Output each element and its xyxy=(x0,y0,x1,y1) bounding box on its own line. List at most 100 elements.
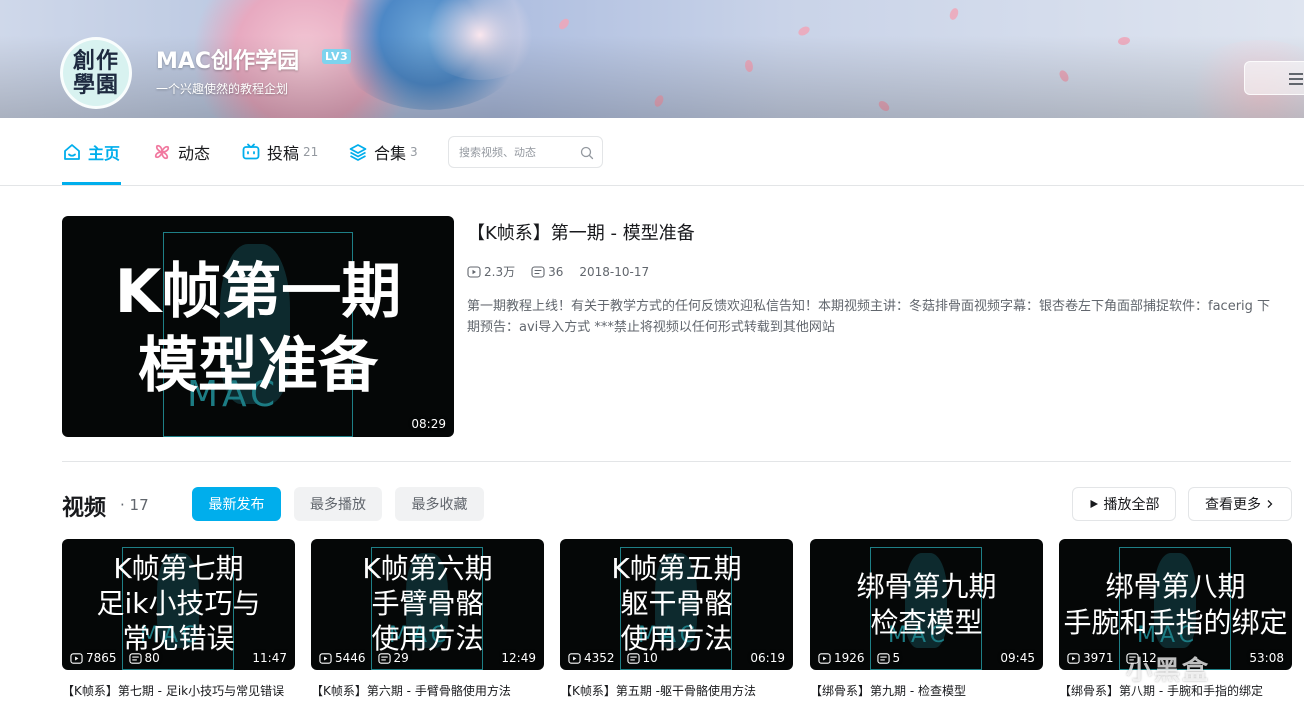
video-views: 5446 xyxy=(335,651,366,665)
play-count-icon xyxy=(1067,652,1080,664)
danmaku-icon xyxy=(626,652,640,664)
video-cover-text: 足ik小技巧与 xyxy=(96,587,261,620)
tab-collections[interactable]: 合集 3 xyxy=(348,118,418,186)
search-input[interactable] xyxy=(459,145,581,159)
video-danmaku: 10 xyxy=(642,651,658,665)
play-all-label: 播放全部 xyxy=(1103,497,1160,513)
user-signature: 一个兴趣使然的教程企划 xyxy=(156,82,289,96)
video-duration: 12:49 xyxy=(501,651,536,665)
danmaku-icon xyxy=(377,652,391,664)
level-badge: LV3 xyxy=(322,49,352,64)
video-stats: 1926 5 09:45 xyxy=(818,651,1035,665)
video-danmaku: 29 xyxy=(393,651,409,665)
video-danmaku: 80 xyxy=(144,651,160,665)
tab-dynamic[interactable]: 动态 xyxy=(152,118,210,186)
tab-collections-count: 3 xyxy=(410,145,418,159)
featured-video-cover[interactable]: MAC K帧第一期 模型准备 08:29 xyxy=(62,216,454,437)
active-tab-indicator xyxy=(62,182,121,185)
play-all-button[interactable]: 播放全部 xyxy=(1072,487,1176,521)
video-stats: 5446 29 12:49 xyxy=(319,651,536,665)
video-cover-text: 绑骨第八期 xyxy=(1105,570,1246,603)
view-more-button[interactable]: 查看更多 xyxy=(1188,487,1292,521)
tab-collections-label: 合集 xyxy=(374,144,407,163)
featured-date: 2018-10-17 xyxy=(579,264,650,279)
profile-banner: 創作 學園 MAC创作学园 LV3 一个兴趣使然的教程企划 xyxy=(0,0,1304,118)
chevron-right-icon xyxy=(1267,500,1273,508)
danmaku-icon xyxy=(128,652,142,664)
tab-home-label: 主页 xyxy=(88,144,121,163)
featured-cover-line1: K帧第一期 xyxy=(114,257,402,327)
play-count-icon xyxy=(319,652,332,664)
tab-uploads[interactable]: 投稿 21 xyxy=(241,118,318,186)
video-danmaku: 5 xyxy=(892,651,901,665)
sort-most-played-button[interactable]: 最多播放 xyxy=(294,487,382,521)
video-title[interactable]: 【绑骨系】第九期 - 检查模型 xyxy=(810,681,1043,701)
play-count-icon xyxy=(467,265,481,278)
video-cover-text: K帧第五期 xyxy=(611,552,742,585)
video-stats: 7865 80 11:47 xyxy=(70,651,287,665)
search-box xyxy=(448,136,603,168)
username[interactable]: MAC创作学园 xyxy=(156,43,299,75)
tab-uploads-label: 投稿 xyxy=(267,144,300,163)
featured-views: 2.3万 xyxy=(484,265,516,279)
video-cover-text: 检查模型 xyxy=(870,606,983,639)
profile-nav: 主页 动态 投稿 21 合集 3 xyxy=(0,118,1304,186)
pinwheel-icon xyxy=(152,142,172,162)
featured-video-title[interactable]: 【K帧系】第一期 - 模型准备 xyxy=(467,219,695,245)
watermark-logo: 小黑盒 xyxy=(1126,656,1211,686)
video-cover-text: 手臂骨骼 xyxy=(371,587,484,620)
videos-heading: 视频 xyxy=(62,496,107,521)
tab-home[interactable]: 主页 xyxy=(62,118,120,186)
video-card[interactable]: MAC 绑骨第九期 检查模型 1926 5 09:45 【绑骨系】第九期 - 检查模型 xyxy=(810,539,1043,701)
view-more-label: 查看更多 xyxy=(1205,497,1261,513)
video-cover-text: K帧第六期 xyxy=(362,552,493,585)
video-title[interactable]: 【K帧系】第五期 -躯干骨骼使用方法 xyxy=(560,681,793,701)
video-duration: 09:45 xyxy=(1000,651,1035,665)
video-views: 1926 xyxy=(834,651,865,665)
video-views: 3971 xyxy=(1083,651,1114,665)
danmaku-icon xyxy=(876,652,890,664)
menu-button[interactable] xyxy=(1244,61,1304,95)
video-title[interactable]: 【K帧系】第六期 - 手臂骨骼使用方法 xyxy=(311,681,544,701)
play-icon xyxy=(1090,500,1098,508)
avatar[interactable]: 創作 學園 xyxy=(60,37,132,109)
featured-danmaku: 36 xyxy=(548,264,564,279)
section-divider xyxy=(62,461,1291,462)
danmaku-icon xyxy=(531,265,545,278)
tab-uploads-count: 21 xyxy=(303,145,319,159)
video-cover-text: 躯干骨骼 xyxy=(620,587,733,620)
menu-icon xyxy=(1289,73,1303,85)
play-count-icon xyxy=(818,652,831,664)
featured-description: 第一期教程上线！有关于教学方式的任何反馈欢迎私信告知！本期视频主讲：冬菇排骨面视… xyxy=(467,299,1271,335)
sort-latest-button[interactable]: 最新发布 xyxy=(192,487,281,521)
video-duration: 11:47 xyxy=(252,651,287,665)
sort-most-favorited-button[interactable]: 最多收藏 xyxy=(395,487,484,521)
video-cover[interactable]: MAC K帧第七期 足ik小技巧与 常见错误 7865 80 11:47 xyxy=(62,539,295,670)
videos-count-value: 17 xyxy=(129,496,149,514)
video-duration: 53:08 xyxy=(1249,651,1284,665)
play-count-icon xyxy=(568,652,581,664)
search-icon[interactable] xyxy=(580,145,594,160)
featured-cover-line2: 模型准备 xyxy=(138,331,378,401)
home-icon xyxy=(62,142,82,162)
video-cover[interactable]: MAC K帧第五期 躯干骨骼 使用方法 4352 10 06:19 xyxy=(560,539,793,670)
video-cover-text: 手腕和手指的绑定 xyxy=(1063,606,1288,639)
video-views: 7865 xyxy=(86,651,117,665)
layers-icon xyxy=(348,142,368,162)
play-count-icon xyxy=(70,652,83,664)
video-card[interactable]: MAC K帧第六期 手臂骨骼 使用方法 5446 29 12:49 【K帧系】第六期 - 手臂… xyxy=(311,539,544,701)
video-duration: 06:19 xyxy=(750,651,785,665)
video-card[interactable]: MAC K帧第七期 足ik小技巧与 常见错误 7865 80 11:47 【K帧系】第七期 -… xyxy=(62,539,295,701)
video-title[interactable]: 【K帧系】第七期 - 足ik小技巧与常见错误 xyxy=(62,681,295,701)
video-card[interactable]: MAC K帧第五期 躯干骨骼 使用方法 4352 10 06:19 【K帧系】第五期 -躯干骨… xyxy=(560,539,793,701)
videos-count: · 17 xyxy=(120,496,149,514)
avatar-logo: 創作 學園 xyxy=(72,48,119,98)
video-stats: 4352 10 06:19 xyxy=(568,651,785,665)
video-cover[interactable]: MAC 绑骨第九期 检查模型 1926 5 09:45 xyxy=(810,539,1043,670)
video-views: 4352 xyxy=(584,651,615,665)
featured-duration: 08:29 xyxy=(411,417,446,431)
video-cover[interactable]: MAC K帧第六期 手臂骨骼 使用方法 5446 29 12:49 xyxy=(311,539,544,670)
featured-video-meta: 2.3万 36 2018-10-17 xyxy=(467,263,665,280)
video-cover-text: K帧第七期 xyxy=(113,552,244,585)
video-cover-text: 绑骨第九期 xyxy=(856,570,997,603)
